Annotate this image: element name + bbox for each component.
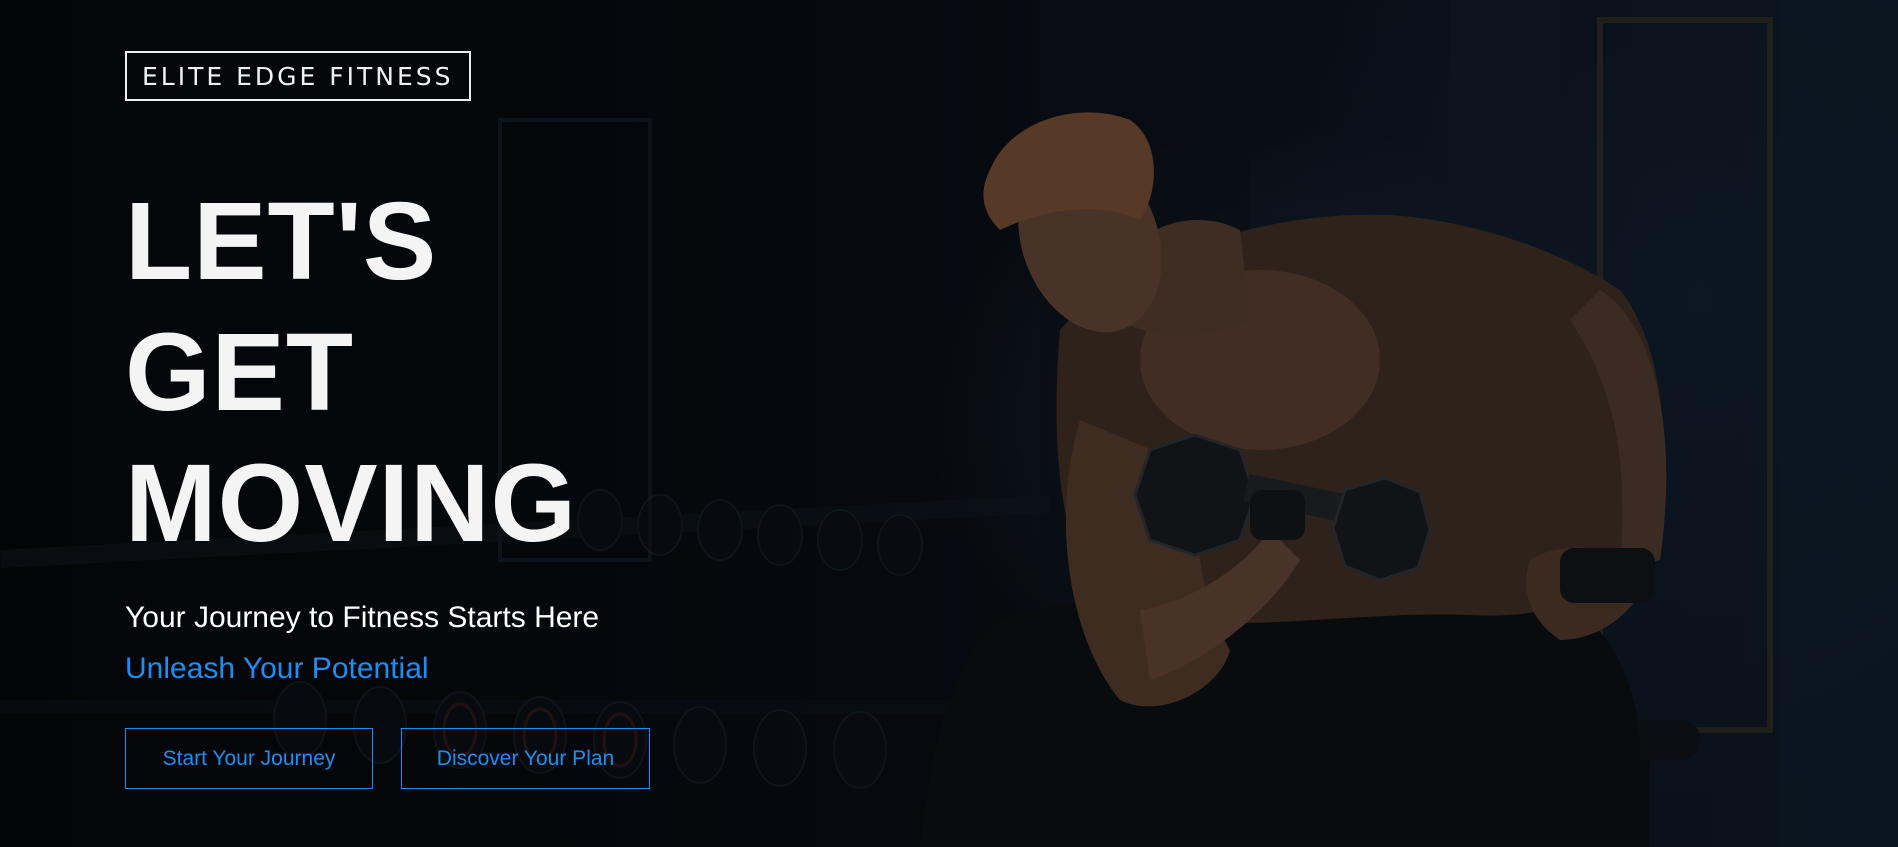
headline-line-3: MOVING [125,442,578,565]
start-journey-button[interactable]: Start Your Journey [125,728,373,789]
hero-subtitle: Your Journey to Fitness Starts Here [125,601,600,634]
brand-logo[interactable]: ELITE EDGE FITNESS [125,51,471,101]
hero-headline: LET'S GET MOVING [125,176,577,569]
hero-section: ELITE EDGE FITNESS LET'S GET MOVING Your… [0,0,1898,847]
discover-plan-button[interactable]: Discover Your Plan [401,728,650,789]
headline-line-2: GET [125,311,355,434]
hero-tagline: Unleash Your Potential [125,652,429,685]
hero-content: ELITE EDGE FITNESS LET'S GET MOVING Your… [125,0,825,847]
headline-line-1: LET'S [125,180,438,303]
